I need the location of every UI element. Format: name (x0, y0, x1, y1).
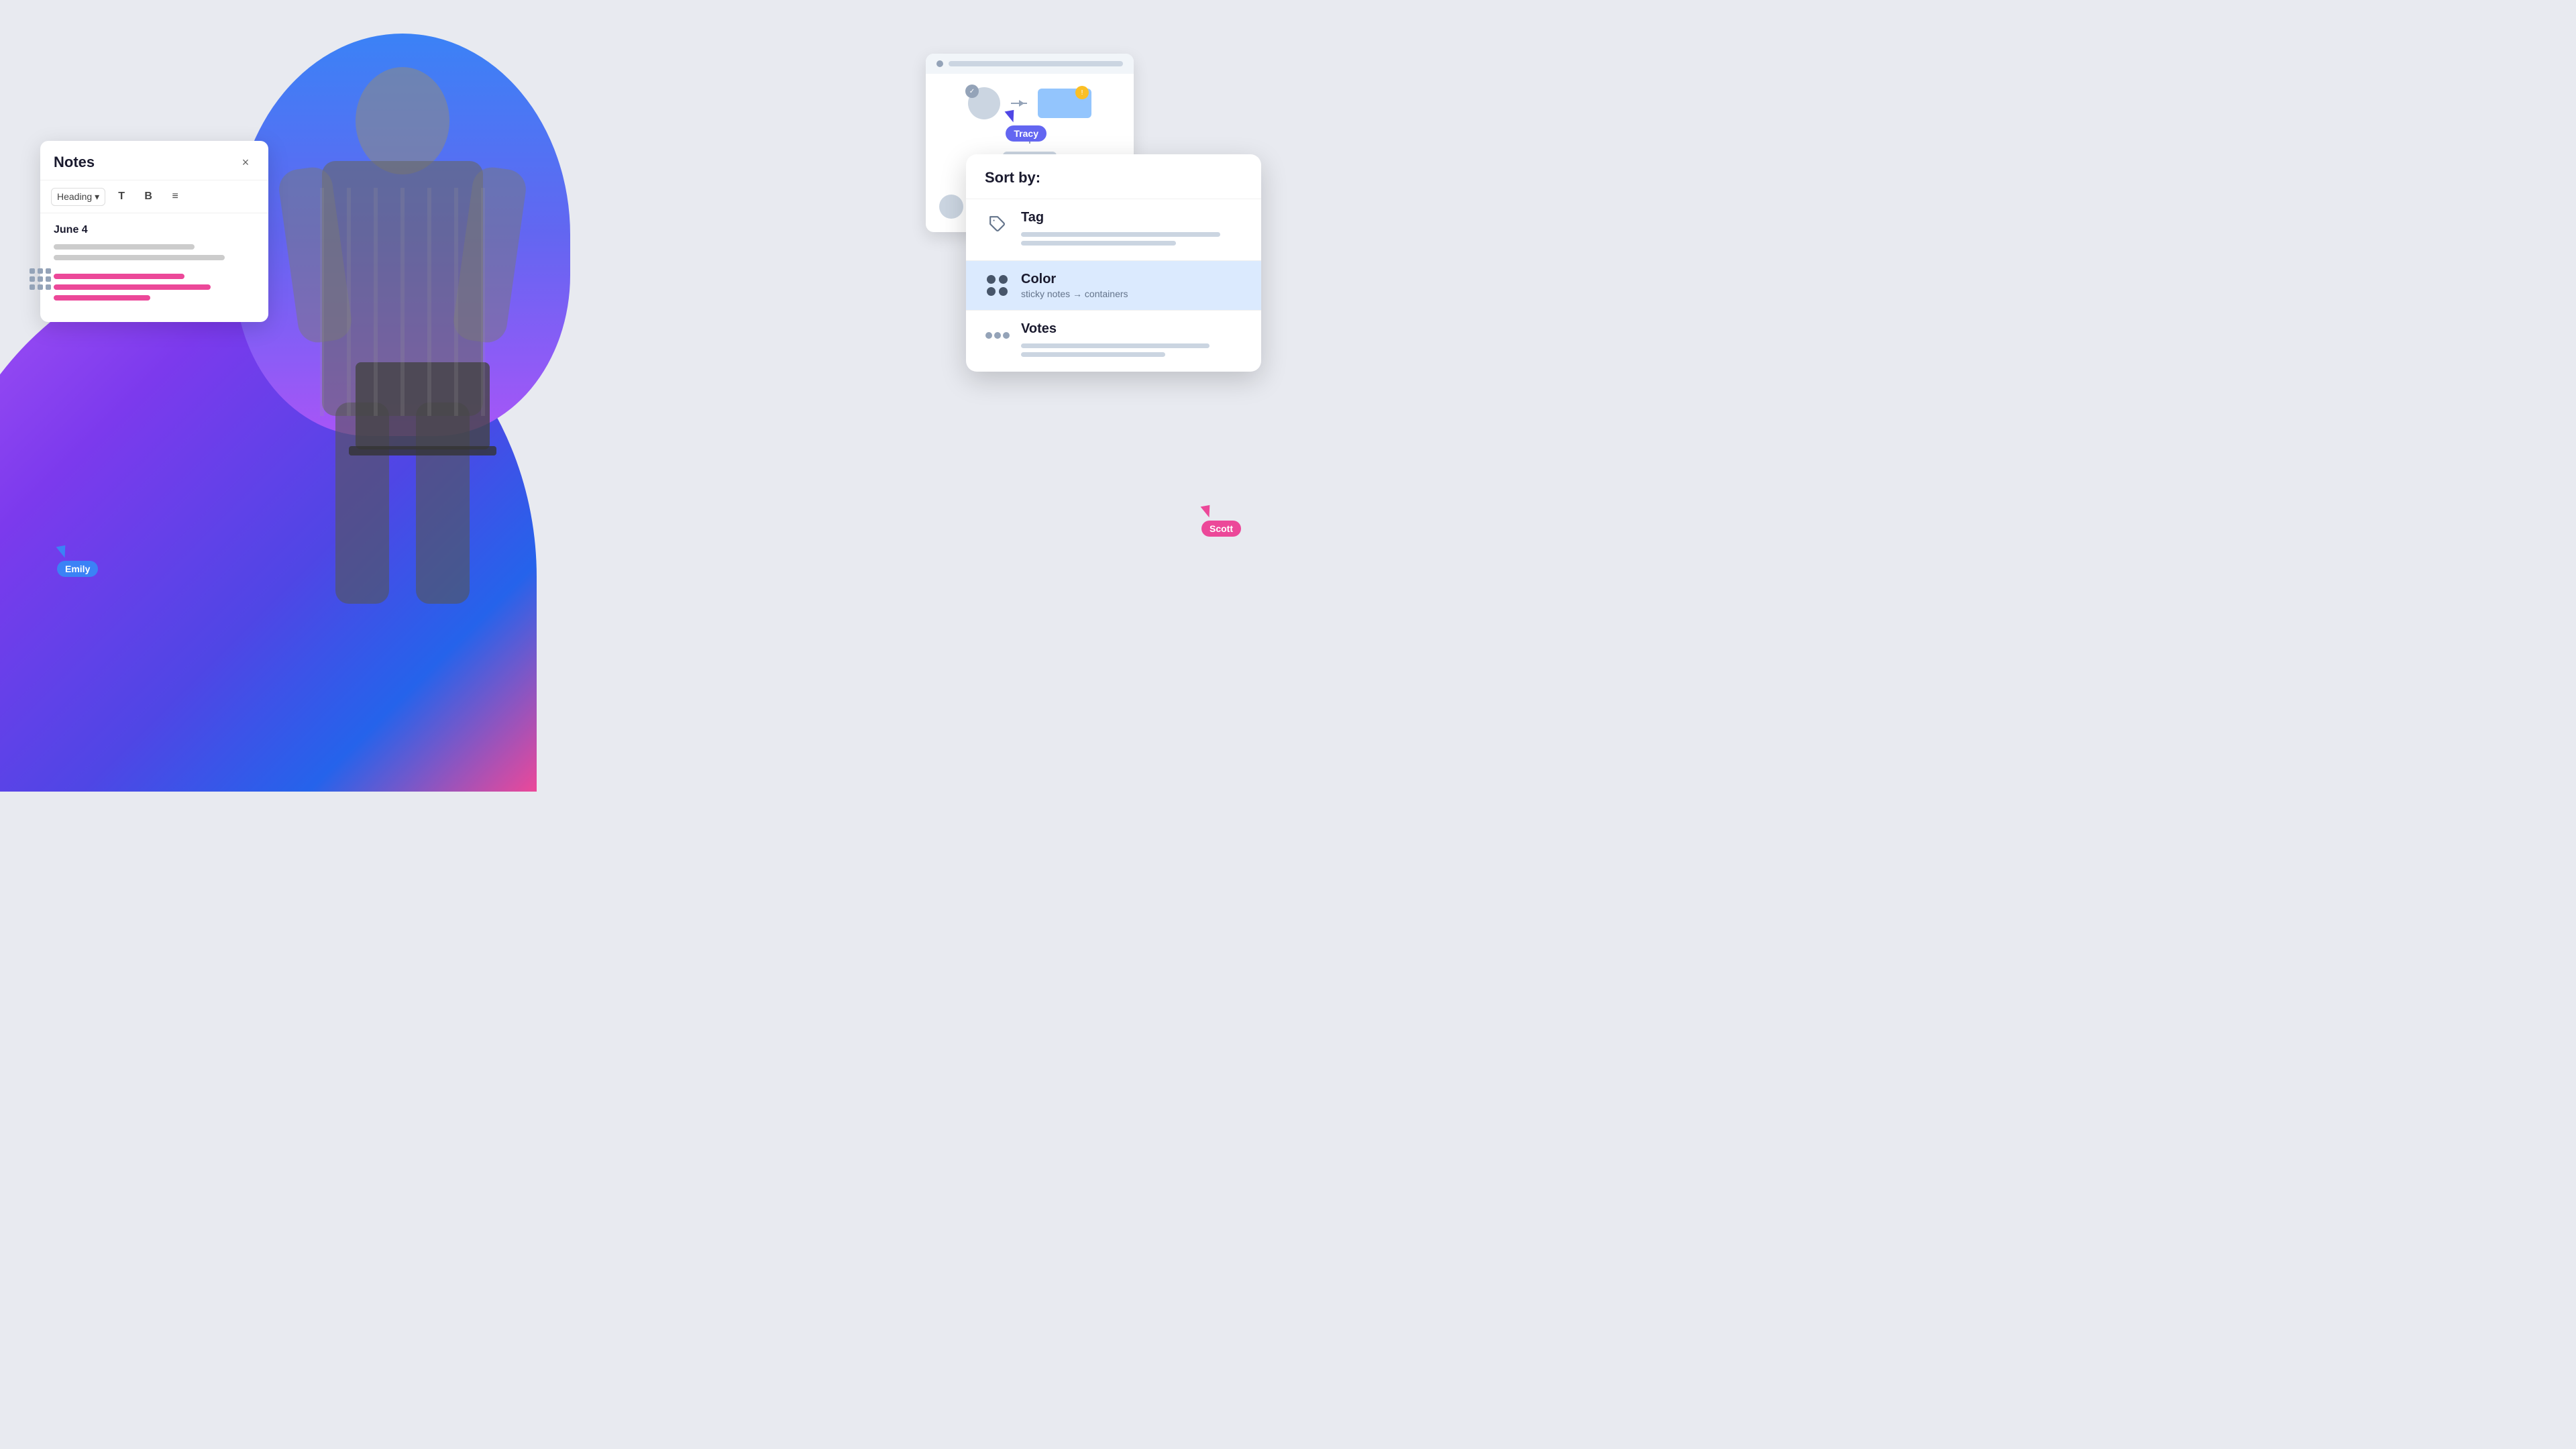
votes-bar-2 (1021, 352, 1165, 357)
vote-dot-3 (1003, 332, 1010, 339)
dot-1 (30, 268, 35, 274)
check-badge: ✓ (965, 85, 979, 98)
text-line-1 (54, 244, 195, 250)
bold-button[interactable]: B (138, 186, 159, 207)
grid-dots-inner (30, 268, 51, 290)
notes-toolbar: Heading ▾ T B ≡ (40, 180, 268, 213)
notes-title: Notes (54, 154, 95, 171)
dot-3 (46, 268, 51, 274)
scott-cursor-label: Scott (1201, 521, 1241, 537)
notes-content: June 4 (40, 213, 268, 322)
diagram-toolbar (926, 54, 1134, 74)
dot-8 (38, 284, 43, 290)
tag-icon (985, 211, 1010, 237)
dot-6 (46, 276, 51, 282)
sort-item-votes[interactable]: Votes (966, 310, 1261, 372)
tracy-cursor-label: Tracy (1006, 125, 1046, 142)
close-button[interactable]: × (236, 153, 255, 172)
vote-dot-1 (985, 332, 992, 339)
color-dots-icon (985, 273, 1010, 299)
dropdown-icon: ▾ (95, 191, 99, 203)
sort-item-votes-bars (1021, 343, 1242, 357)
cursor-tracy-container: Tracy (1006, 111, 1046, 142)
cursor-scott-container: Scott (1201, 506, 1241, 537)
diagram-person-icon (939, 195, 963, 219)
pink-line-1 (54, 274, 184, 279)
heading-label: Heading (57, 191, 92, 202)
diagram-circle: ✓ (968, 87, 1000, 119)
tag-bar-2 (1021, 241, 1176, 246)
diagram-url-bar (949, 61, 1123, 66)
diagram-arrow (1011, 103, 1027, 104)
emily-cursor-arrow (56, 545, 68, 559)
sort-item-color-text: Color sticky notes → containers (1021, 272, 1242, 299)
color-dot-1 (987, 275, 996, 284)
tracy-cursor-arrow (1005, 110, 1016, 123)
dot-7 (30, 284, 35, 290)
sort-item-tag[interactable]: Tag (966, 199, 1261, 260)
close-icon: × (242, 156, 250, 170)
text-format-icon: T (118, 191, 125, 203)
color-dot-4 (999, 287, 1008, 296)
sort-item-tag-text: Tag (1021, 210, 1242, 250)
text-line-2 (54, 255, 225, 260)
sort-item-tag-bars (1021, 232, 1242, 246)
sort-item-votes-text: Votes (1021, 321, 1242, 361)
cursor-emily-container: Emily (57, 546, 98, 577)
bold-icon: B (144, 191, 152, 203)
person-silhouette (235, 54, 570, 604)
sort-item-color[interactable]: Color sticky notes → containers (966, 260, 1261, 310)
heading-select[interactable]: Heading ▾ (51, 188, 105, 206)
arrow-right: → (1073, 288, 1082, 299)
list-icon: ≡ (172, 191, 178, 203)
list-button[interactable]: ≡ (164, 186, 186, 207)
dot-5 (38, 276, 43, 282)
tag-bar-1 (1021, 232, 1220, 237)
dot-2 (38, 268, 43, 274)
sort-panel: Sort by: Tag Color (966, 154, 1261, 372)
dot-9 (46, 284, 51, 290)
color-dot-2 (999, 275, 1008, 284)
pink-line-3 (54, 295, 150, 301)
sort-item-tag-label: Tag (1021, 210, 1242, 225)
dot-4 (30, 276, 35, 282)
vote-dot-2 (994, 332, 1001, 339)
spacer (54, 266, 255, 274)
diagram-dot (936, 60, 943, 67)
sort-item-color-label: Color (1021, 272, 1242, 287)
warn-badge: ! (1075, 86, 1089, 99)
sort-item-color-sublabel: sticky notes → containers (1021, 288, 1242, 299)
votes-bar-1 (1021, 343, 1210, 348)
pink-line-2 (54, 284, 211, 290)
notes-date: June 4 (54, 224, 255, 236)
color-dot-3 (987, 287, 996, 296)
grid-dots (30, 268, 51, 290)
emily-cursor-label: Emily (57, 561, 98, 577)
sort-item-votes-label: Votes (1021, 321, 1242, 337)
votes-icon (985, 323, 1010, 348)
notes-header: Notes × (40, 141, 268, 180)
notes-panel: Notes × Heading ▾ T B ≡ June 4 (40, 141, 268, 322)
scott-cursor-arrow (1201, 505, 1212, 519)
sort-panel-title: Sort by: (985, 169, 1040, 186)
sort-panel-header: Sort by: (966, 154, 1261, 199)
text-format-button[interactable]: T (111, 186, 132, 207)
